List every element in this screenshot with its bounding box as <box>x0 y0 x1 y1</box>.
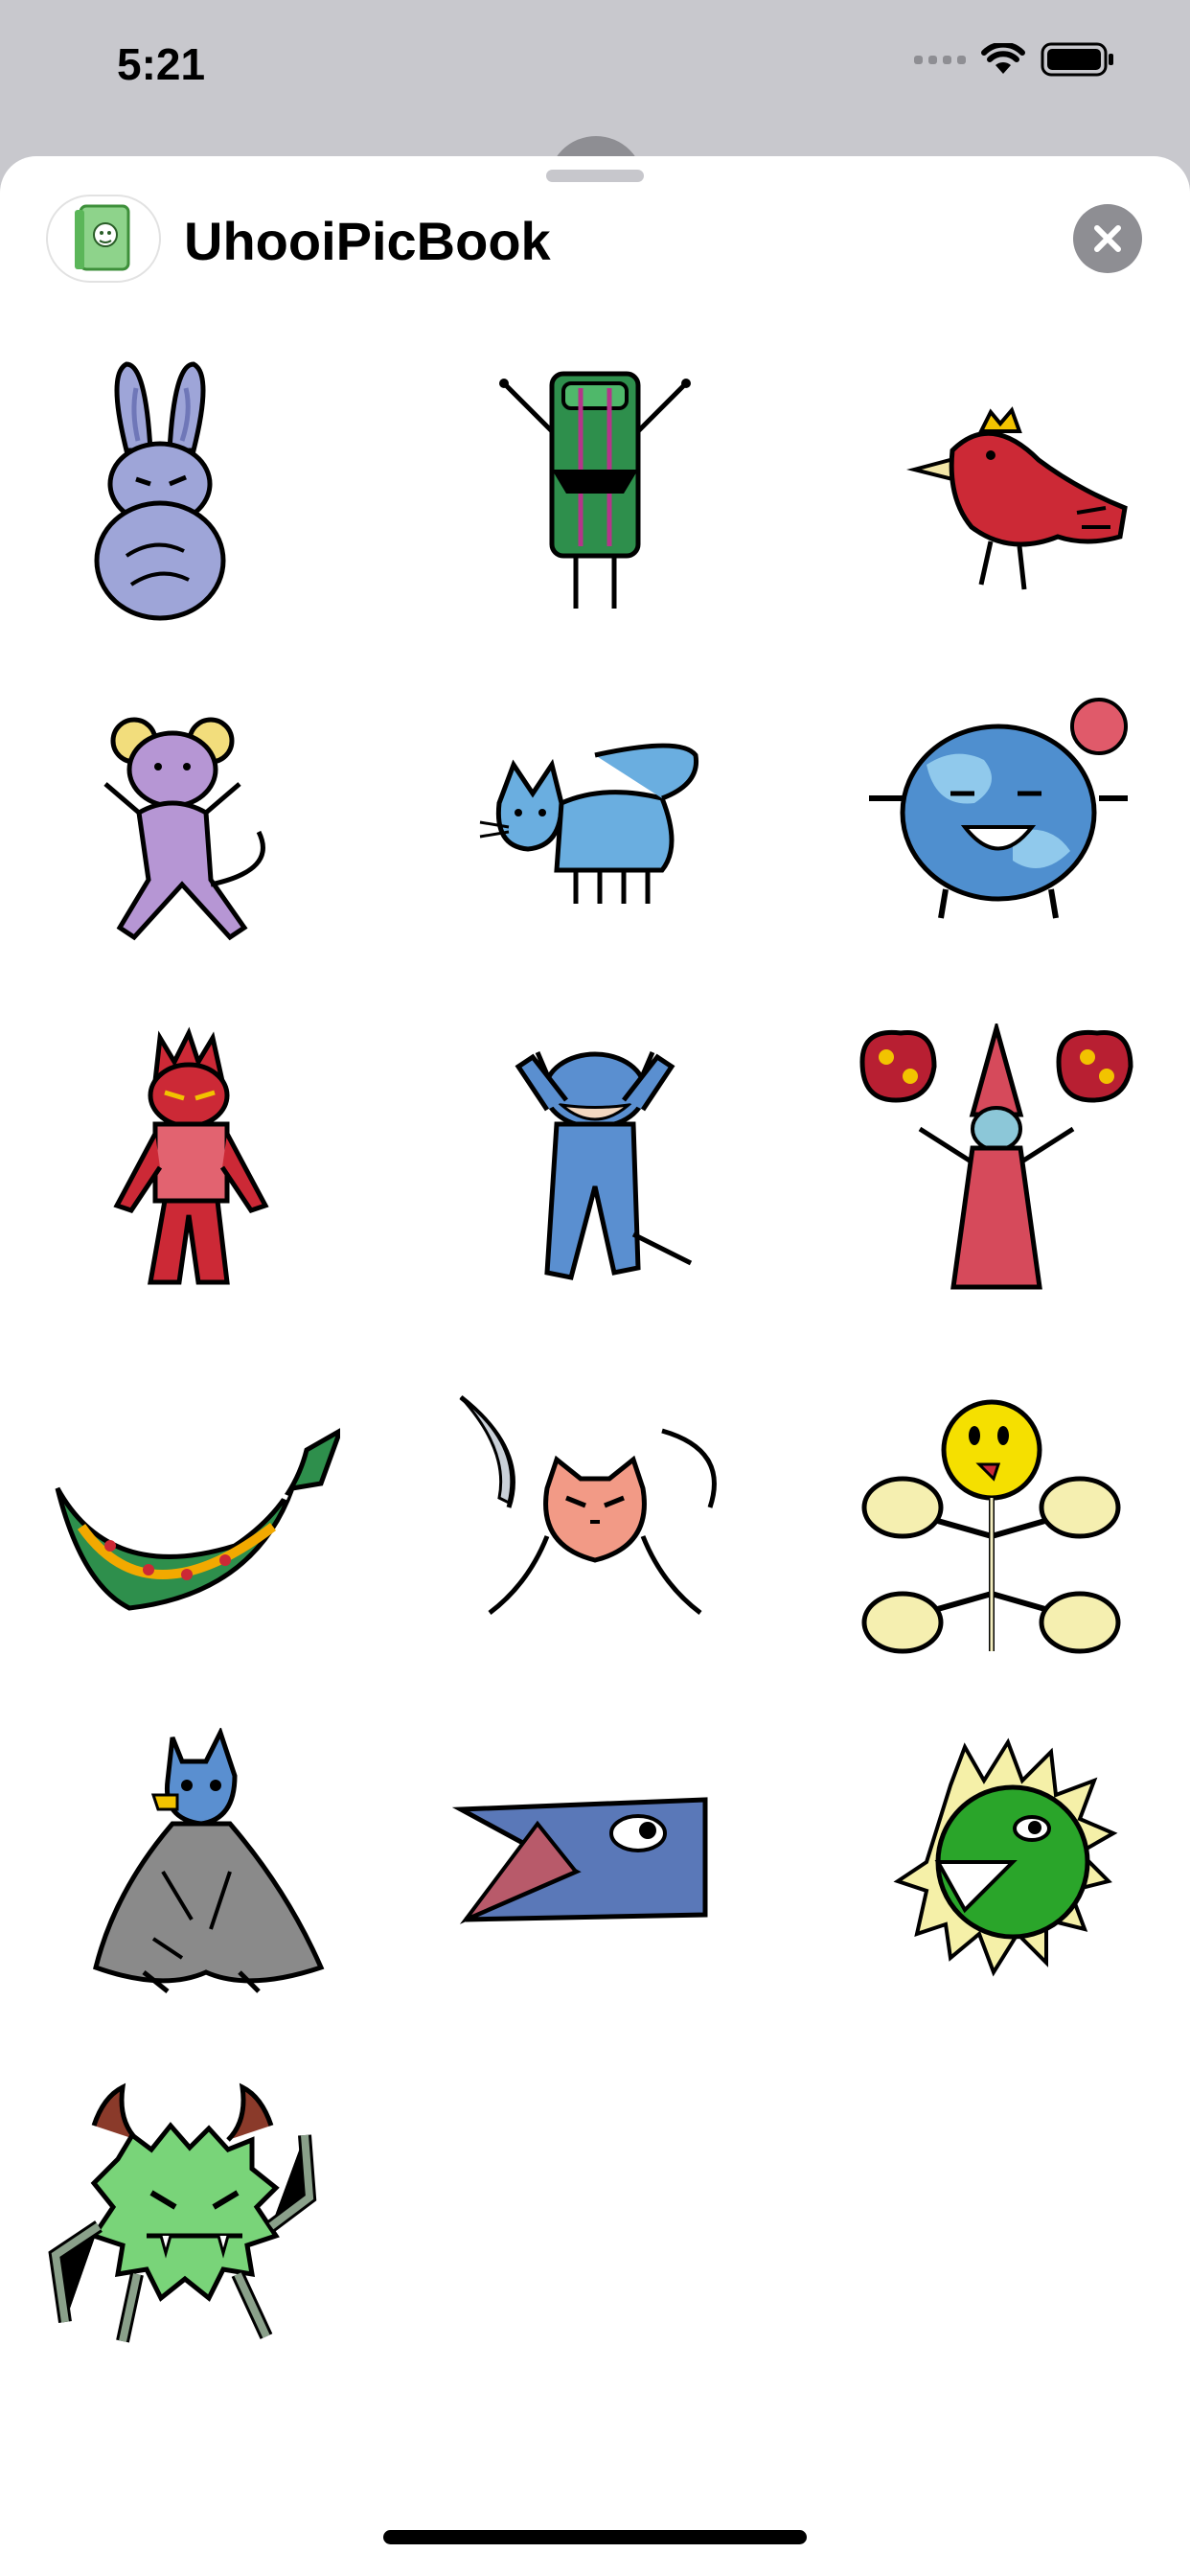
sticker-sheet: UhooiPicBook <box>0 156 1190 2576</box>
sticker-yellow-flower[interactable] <box>859 1392 1147 1680</box>
sticker-battery-robot[interactable] <box>451 345 739 632</box>
sticker-red-bird[interactable] <box>876 345 1163 632</box>
sticker-blue-bird-head[interactable] <box>451 1728 739 2015</box>
close-icon <box>1094 225 1121 252</box>
sticker-crab-swords[interactable] <box>451 1392 739 1680</box>
sticker-wizard[interactable] <box>853 1024 1140 1311</box>
home-indicator[interactable] <box>383 2530 807 2544</box>
sticker-blue-planet[interactable] <box>859 678 1147 966</box>
sticker-purple-mouse[interactable] <box>38 678 326 966</box>
battery-icon <box>1041 42 1113 77</box>
sticker-green-dragon[interactable] <box>53 1392 340 1680</box>
sticker-green-chomper[interactable] <box>859 1728 1147 2015</box>
app-title: UhooiPicBook <box>184 211 551 271</box>
sticker-blue-cat[interactable] <box>451 678 739 966</box>
close-button[interactable] <box>1073 204 1142 273</box>
wifi-icon <box>981 43 1025 74</box>
sticker-blue-wolf-cloak[interactable] <box>57 1728 345 2015</box>
sticker-red-demon[interactable] <box>50 1024 337 1311</box>
sticker-green-monster[interactable] <box>46 2082 333 2370</box>
sticker-rabbit[interactable] <box>21 345 309 632</box>
cellular-signal-icon <box>914 55 966 64</box>
status-time: 5:21 <box>117 39 206 89</box>
sticker-blue-creature[interactable] <box>451 1024 739 1311</box>
app-icon <box>46 195 161 283</box>
status-indicators <box>914 42 1115 77</box>
status-bar: 5:21 <box>0 0 1190 144</box>
sheet-grabber[interactable] <box>546 170 644 182</box>
